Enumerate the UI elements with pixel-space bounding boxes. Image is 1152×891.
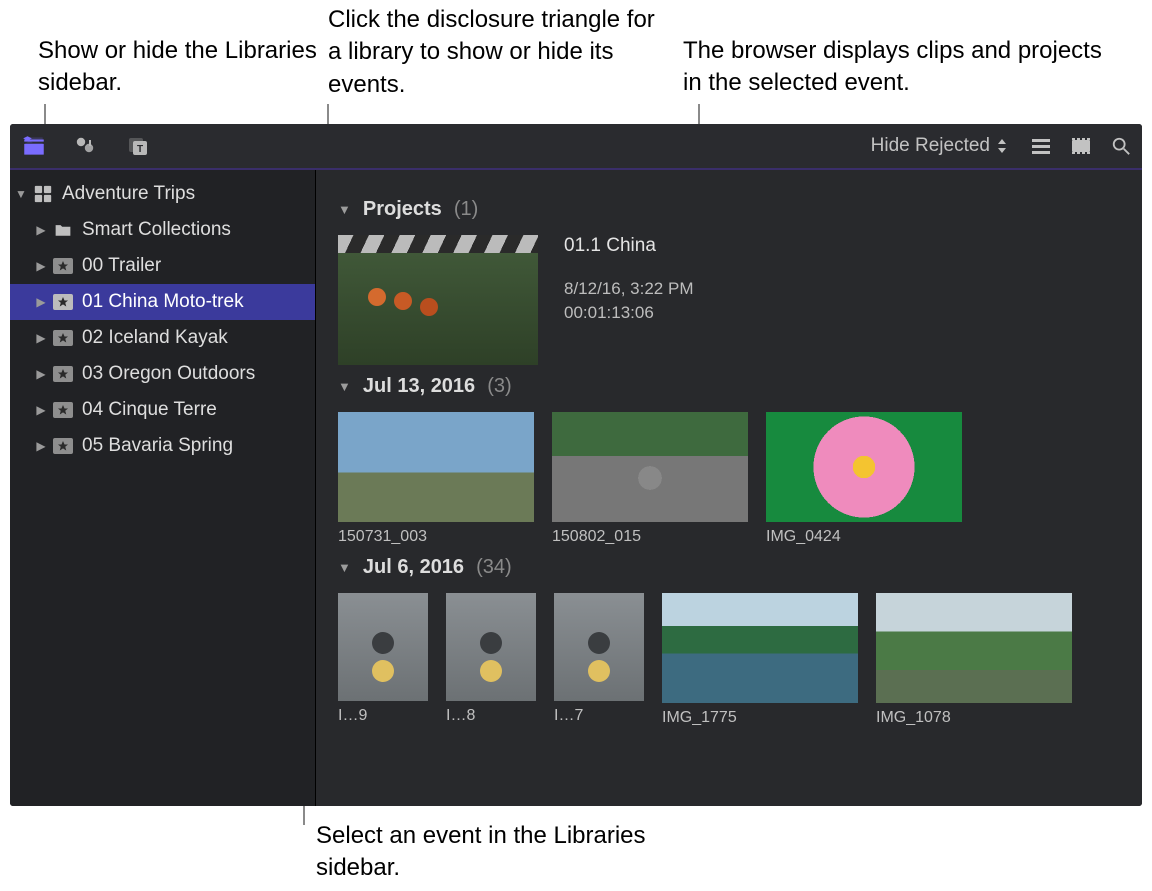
browser: ▼ Projects (1) 01.1 China 8/12/16, 3:22 … [316, 170, 1142, 806]
projects-group-header[interactable]: ▼ Projects (1) [338, 198, 1120, 221]
clip-thumbnail[interactable] [554, 593, 644, 701]
disclosure-triangle-icon[interactable]: ▼ [338, 379, 351, 394]
search-icon[interactable] [1110, 135, 1132, 157]
date-group-count: (34) [476, 556, 512, 579]
library-name: Adventure Trips [62, 183, 195, 205]
disclosure-triangle-icon[interactable]: ▶ [34, 367, 48, 381]
libraries-sidebar-toggle-icon[interactable] [20, 132, 48, 160]
sidebar-item-04-cinque-terre[interactable]: ▶ 04 Cinque Terre [10, 392, 315, 428]
toolbar: T Hide Rejected [10, 124, 1142, 170]
project-duration: 00:01:13:06 [564, 301, 693, 325]
clip-thumbnail[interactable] [876, 593, 1072, 703]
sidebar-item-label: 05 Bavaria Spring [82, 435, 233, 457]
clip-name: I…8 [446, 707, 536, 725]
svg-text:T: T [137, 144, 143, 155]
clip-name: IMG_1775 [662, 709, 858, 727]
sidebar-item-label: Smart Collections [82, 219, 231, 241]
disclosure-triangle-icon[interactable]: ▼ [338, 560, 351, 575]
clip-name: IMG_0424 [766, 528, 962, 546]
callout-select-event: Select an event in the Libraries sidebar… [316, 820, 656, 885]
event-star-icon [52, 291, 74, 313]
clip-thumbnail[interactable] [552, 412, 748, 522]
clip-item[interactable]: IMG_1078 [876, 593, 1072, 727]
disclosure-triangle-icon[interactable]: ▶ [34, 259, 48, 273]
disclosure-triangle-icon[interactable]: ▶ [34, 295, 48, 309]
clip-item[interactable]: I…7 [554, 593, 644, 727]
clip-thumbnail[interactable] [446, 593, 536, 701]
clip-thumbnail[interactable] [766, 412, 962, 522]
event-star-icon [52, 363, 74, 385]
date-group-label: Jul 6, 2016 [363, 556, 464, 579]
callout-browser-displays: The browser displays clips and projects … [683, 35, 1113, 100]
clip-thumbnail[interactable] [338, 593, 428, 701]
titles-generators-sidebar-icon[interactable]: T [124, 132, 152, 160]
sidebar-item-02-iceland-kayak[interactable]: ▶ 02 Iceland Kayak [10, 320, 315, 356]
clip-filter-menu[interactable]: Hide Rejected [867, 132, 1012, 160]
date-group-count: (3) [487, 375, 511, 398]
callout-disclosure-triangle: Click the disclosure triangle for a libr… [328, 4, 658, 101]
library-row[interactable]: ▼ Adventure Trips [10, 176, 315, 212]
clip-item[interactable]: I…8 [446, 593, 536, 727]
clip-filter-label: Hide Rejected [871, 135, 990, 157]
clip-name: I…7 [554, 707, 644, 725]
updown-chevron-icon [996, 138, 1008, 154]
clip-thumbnail[interactable] [338, 412, 534, 522]
clips-row: 150731_003 150802_015 IMG_0424 [338, 412, 1120, 546]
disclosure-triangle-icon[interactable]: ▼ [338, 202, 351, 217]
sidebar-item-label: 04 Cinque Terre [82, 399, 217, 421]
project-metadata: 01.1 China 8/12/16, 3:22 PM 00:01:13:06 [564, 235, 693, 325]
date-group-header[interactable]: ▼ Jul 6, 2016 (34) [338, 556, 1120, 579]
event-star-icon [52, 327, 74, 349]
project-item[interactable]: 01.1 China 8/12/16, 3:22 PM 00:01:13:06 [338, 235, 1120, 365]
event-star-icon [52, 399, 74, 421]
disclosure-triangle-icon[interactable]: ▶ [34, 223, 48, 237]
sidebar-item-label: 01 China Moto-trek [82, 291, 244, 313]
clip-item[interactable]: I…9 [338, 593, 428, 727]
photos-audio-sidebar-icon[interactable] [72, 132, 100, 160]
date-group-label: Jul 13, 2016 [363, 375, 475, 398]
projects-label: Projects [363, 198, 442, 221]
clapper-icon [338, 235, 538, 253]
sidebar-item-smart-collections[interactable]: ▶ Smart Collections [10, 212, 315, 248]
library-icon [32, 183, 54, 205]
sidebar-item-01-china-moto-trek[interactable]: ▶ 01 China Moto-trek [10, 284, 315, 320]
date-group-header[interactable]: ▼ Jul 13, 2016 (3) [338, 375, 1120, 398]
disclosure-triangle-icon[interactable]: ▶ [34, 403, 48, 417]
clip-name: 150802_015 [552, 528, 748, 546]
sidebar-item-label: 03 Oregon Outdoors [82, 363, 255, 385]
app-window: T Hide Rejected ▼ [10, 124, 1142, 806]
project-thumbnail[interactable] [338, 235, 538, 365]
disclosure-triangle-icon[interactable]: ▶ [34, 439, 48, 453]
clip-appearance-filmstrip-icon[interactable] [1070, 135, 1092, 157]
projects-count: (1) [454, 198, 478, 221]
clip-item[interactable]: 150802_015 [552, 412, 748, 546]
libraries-sidebar: ▼ Adventure Trips ▶ Smart Collections ▶ 00 … [10, 170, 316, 806]
project-title: 01.1 China [564, 235, 693, 257]
sidebar-item-03-oregon-outdoors[interactable]: ▶ 03 Oregon Outdoors [10, 356, 315, 392]
clip-item[interactable]: 150731_003 [338, 412, 534, 546]
sidebar-item-00-trailer[interactable]: ▶ 00 Trailer [10, 248, 315, 284]
disclosure-triangle-icon[interactable]: ▶ [34, 331, 48, 345]
clip-thumbnail[interactable] [662, 593, 858, 703]
clip-item[interactable]: IMG_0424 [766, 412, 962, 546]
folder-icon [52, 219, 74, 241]
project-date: 8/12/16, 3:22 PM [564, 277, 693, 301]
clip-name: I…9 [338, 707, 428, 725]
event-star-icon [52, 255, 74, 277]
clip-appearance-list-icon[interactable] [1030, 135, 1052, 157]
clip-name: IMG_1078 [876, 709, 1072, 727]
disclosure-triangle-icon[interactable]: ▼ [14, 187, 28, 201]
project-image [338, 253, 538, 365]
clip-name: 150731_003 [338, 528, 534, 546]
event-star-icon [52, 435, 74, 457]
callout-libraries-toggle: Show or hide the Libraries sidebar. [38, 35, 318, 100]
clip-item[interactable]: IMG_1775 [662, 593, 858, 727]
clips-row: I…9 I…8 I…7 IMG_1775 IMG_1078 [338, 593, 1120, 727]
sidebar-item-label: 02 Iceland Kayak [82, 327, 228, 349]
sidebar-item-05-bavaria-spring[interactable]: ▶ 05 Bavaria Spring [10, 428, 315, 464]
sidebar-item-label: 00 Trailer [82, 255, 161, 277]
